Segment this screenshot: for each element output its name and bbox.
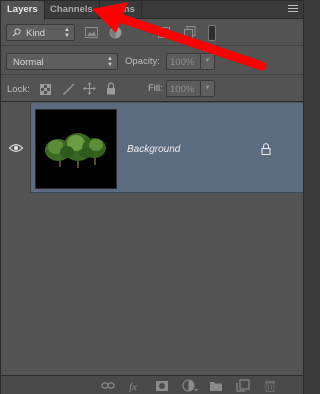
- layer-list: Background: [1, 103, 303, 375]
- layer-lock-icon[interactable]: [261, 143, 271, 155]
- fill-input[interactable]: 100%: [166, 80, 201, 97]
- shape-filter-icon[interactable]: [158, 27, 170, 38]
- lock-transparent-icon[interactable]: [40, 84, 51, 95]
- trash-icon[interactable]: [263, 379, 277, 392]
- opacity-value: 100%: [170, 57, 195, 68]
- fill-dropdown-button[interactable]: ▼: [201, 80, 215, 97]
- fill-value: 100%: [170, 84, 195, 95]
- filter-row: Kind ▲ ▼: [1, 20, 303, 46]
- layer-thumbnail[interactable]: [35, 109, 117, 189]
- opacity-dropdown-button[interactable]: ▼: [201, 53, 215, 70]
- lock-row: Lock: Fill: 100% ▼: [1, 76, 303, 102]
- lock-position-icon[interactable]: [83, 82, 96, 95]
- opacity-input[interactable]: 100%: [166, 53, 201, 70]
- link-icon[interactable]: [101, 379, 115, 392]
- blend-row: Normal ▲ ▼ Opacity: 100% ▼: [1, 49, 303, 75]
- visibility-column[interactable]: [1, 103, 31, 193]
- lock-all-icon[interactable]: [106, 82, 116, 95]
- pixel-filter-icon[interactable]: [85, 27, 98, 38]
- updown-icon: ▲ ▼: [107, 56, 113, 68]
- tab-channels[interactable]: Channels: [44, 1, 100, 19]
- tab-layers[interactable]: Layers: [1, 1, 45, 20]
- lock-label: Lock:: [7, 84, 30, 95]
- adjustment-icon[interactable]: [182, 379, 198, 392]
- filter-kind-select[interactable]: Kind ▲ ▼: [6, 24, 75, 41]
- new-layer-icon[interactable]: [236, 379, 250, 392]
- lock-pixels-icon[interactable]: [62, 83, 75, 95]
- trees-thumbnail-image: [36, 110, 116, 188]
- blend-mode-value: Normal: [13, 57, 44, 68]
- filter-kind-label: Kind: [26, 28, 46, 39]
- blend-mode-select[interactable]: Normal ▲ ▼: [6, 53, 118, 70]
- filter-toggle[interactable]: [208, 25, 216, 41]
- smart-object-filter-icon[interactable]: [184, 26, 196, 39]
- opacity-label: Opacity:: [125, 56, 160, 67]
- updown-icon: ▲ ▼: [64, 27, 70, 39]
- tab-paths[interactable]: Paths: [103, 1, 142, 19]
- fill-label: Fill:: [148, 83, 163, 94]
- svg-text:fx: fx: [129, 381, 137, 392]
- layer-name[interactable]: Background: [127, 144, 180, 155]
- mask-icon[interactable]: [155, 379, 169, 392]
- layer-row-background[interactable]: Background: [1, 103, 303, 193]
- tab-bar: Layers Channels Paths: [1, 1, 303, 20]
- eye-icon[interactable]: [9, 143, 23, 153]
- folder-icon[interactable]: [209, 379, 223, 392]
- layers-panel: Layers Channels Paths Kind ▲ ▼ Normal ▲ …: [0, 0, 304, 394]
- bottom-toolbar: fx: [1, 375, 303, 394]
- fx-icon[interactable]: fx: [128, 379, 142, 392]
- search-icon: [12, 28, 21, 37]
- panel-menu-icon[interactable]: [288, 5, 298, 13]
- adjustment-filter-icon[interactable]: [109, 26, 122, 39]
